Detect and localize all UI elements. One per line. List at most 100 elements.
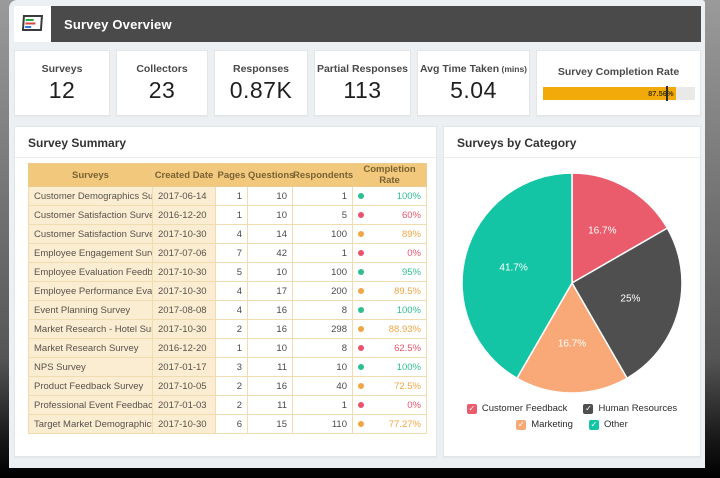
completion-rate-cell: 100% xyxy=(353,187,427,206)
completion-rate-value: 100% xyxy=(397,362,421,373)
legend-item-customer-feedback[interactable]: ✓Customer Feedback xyxy=(467,403,568,414)
table-row[interactable]: Professional Event Feedback2017-01-03211… xyxy=(29,396,427,415)
status-dot xyxy=(358,307,364,313)
status-dot xyxy=(358,269,364,275)
created-date-cell: 2017-07-06 xyxy=(153,244,216,263)
legend-item-marketing[interactable]: ✓ Marketing xyxy=(516,419,573,430)
column-header[interactable]: Questions xyxy=(248,164,293,187)
completion-rate-value: 88.93% xyxy=(389,324,421,335)
questions-cell: 11 xyxy=(248,396,293,415)
gauge-value-label: 87.56% xyxy=(648,87,673,100)
questions-cell: 10 xyxy=(248,187,293,206)
completion-rate-cell: 62.5% xyxy=(353,339,427,358)
completion-rate-cell: 95% xyxy=(353,263,427,282)
app-icon-box xyxy=(14,6,51,42)
created-date-cell: 2017-01-03 xyxy=(153,396,216,415)
kpi-label: Partial Responses xyxy=(317,63,408,75)
kpi-label-suffix: (mins) xyxy=(499,64,527,74)
pie-legend: ✓Customer Feedback ✓Human Resources ✓ Marke… xyxy=(444,397,700,430)
table-row[interactable]: Market Research Survey2016-12-20110862.5… xyxy=(29,339,427,358)
gauge-fill: 87.56% xyxy=(543,87,676,100)
kpi-value: 113 xyxy=(343,77,381,104)
table-row[interactable]: NPS Survey2017-01-1731110100% xyxy=(29,358,427,377)
respondents-cell: 5 xyxy=(293,206,353,225)
created-date-cell: 2017-01-17 xyxy=(153,358,216,377)
table-row[interactable]: Event Planning Survey2017-08-084168100% xyxy=(29,301,427,320)
table-row[interactable]: Market Research - Hotel Survey2017-10-30… xyxy=(29,320,427,339)
table-row[interactable]: Employee Performance Evaluation2017-10-3… xyxy=(29,282,427,301)
legend-item-human-resources[interactable]: ✓Human Resources xyxy=(583,403,677,414)
table-row[interactable]: Employee Engagement Survey2017-07-067421… xyxy=(29,244,427,263)
status-dot xyxy=(358,383,364,389)
kpi-card-avg-time-taken[interactable]: Avg Time Taken (mins)5.04 xyxy=(417,50,530,116)
survey-name-cell: Customer Demographics Survey xyxy=(29,187,153,206)
questions-cell: 16 xyxy=(248,301,293,320)
created-date-cell: 2016-12-20 xyxy=(153,206,216,225)
completion-rate-cell: 77.27% xyxy=(353,415,427,434)
table-row[interactable]: Product Feedback Survey2017-10-052164072… xyxy=(29,377,427,396)
respondents-cell: 1 xyxy=(293,396,353,415)
questions-cell: 10 xyxy=(248,263,293,282)
table-row[interactable]: Customer Satisfaction Survey-II2017-10-3… xyxy=(29,225,427,244)
table-row[interactable]: Employee Evaluation Feedback2017-10-3051… xyxy=(29,263,427,282)
kpi-card-survey-completion-rate[interactable]: Survey Completion Rate87.56% xyxy=(536,50,701,116)
titlebar: Survey Overview xyxy=(14,6,701,42)
completion-rate-value: 89.5% xyxy=(394,286,421,297)
completion-rate-value: 95% xyxy=(402,267,421,278)
report-chart-icon xyxy=(22,15,44,33)
completion-rate-cell: 0% xyxy=(353,396,427,415)
table-header-row: SurveysCreated DatePagesQuestionsRespond… xyxy=(29,164,427,187)
kpi-card-responses[interactable]: Responses0.87K xyxy=(214,50,308,116)
survey-name-cell: Customer Satisfaction Survey xyxy=(29,206,153,225)
table-row[interactable]: Customer Demographics Survey2017-06-1411… xyxy=(29,187,427,206)
pages-cell: 6 xyxy=(216,415,248,434)
table-row[interactable]: Target Market Demographics2017-10-306151… xyxy=(29,415,427,434)
column-header[interactable]: Surveys xyxy=(29,164,153,187)
completion-rate-cell: 72.5% xyxy=(353,377,427,396)
survey-name-cell: Market Research - Hotel Survey xyxy=(29,320,153,339)
created-date-cell: 2017-10-30 xyxy=(153,225,216,244)
pie-slice-label: 25% xyxy=(620,294,640,305)
pages-cell: 7 xyxy=(216,244,248,263)
legend-label: Human Resources xyxy=(598,403,677,414)
column-header[interactable]: Created Date xyxy=(153,164,216,187)
legend-label: Marketing xyxy=(531,419,573,430)
completion-rate-value: 0% xyxy=(407,400,421,411)
survey-name-cell: Customer Satisfaction Survey-II xyxy=(29,225,153,244)
pages-cell: 2 xyxy=(216,396,248,415)
kpi-row: Surveys12Collectors23Responses0.87KParti… xyxy=(14,50,701,116)
completion-rate-cell: 100% xyxy=(353,301,427,320)
kpi-card-surveys[interactable]: Surveys12 xyxy=(14,50,110,116)
status-dot xyxy=(358,402,364,408)
kpi-card-partial-responses[interactable]: Partial Responses 113 xyxy=(314,50,411,116)
respondents-cell: 1 xyxy=(293,244,353,263)
column-header[interactable]: Pages xyxy=(216,164,248,187)
status-dot xyxy=(358,326,364,332)
page-title: Survey Overview xyxy=(64,17,172,32)
completion-rate-value: 72.5% xyxy=(394,381,421,392)
created-date-cell: 2017-08-08 xyxy=(153,301,216,320)
completion-rate-cell: 60% xyxy=(353,206,427,225)
legend-item-other[interactable]: ✓Other xyxy=(589,419,628,430)
pages-cell: 2 xyxy=(216,320,248,339)
survey-name-cell: Employee Performance Evaluation xyxy=(29,282,153,301)
table-row[interactable]: Customer Satisfaction Survey2016-12-2011… xyxy=(29,206,427,225)
kpi-card-collectors[interactable]: Collectors23 xyxy=(116,50,208,116)
status-dot xyxy=(358,345,364,351)
survey-name-cell: NPS Survey xyxy=(29,358,153,377)
questions-cell: 11 xyxy=(248,358,293,377)
survey-summary-table: SurveysCreated DatePagesQuestionsRespond… xyxy=(28,163,427,434)
column-header[interactable]: Respondents xyxy=(293,164,353,187)
kpi-label: Collectors xyxy=(136,63,187,75)
column-header[interactable]: Completion Rate xyxy=(353,164,427,187)
questions-cell: 15 xyxy=(248,415,293,434)
legend-swatch: ✓ xyxy=(516,420,526,430)
respondents-cell: 200 xyxy=(293,282,353,301)
status-dot xyxy=(358,250,364,256)
pages-cell: 4 xyxy=(216,225,248,244)
kpi-value: 0.87K xyxy=(230,77,293,104)
pages-cell: 2 xyxy=(216,377,248,396)
pages-cell: 1 xyxy=(216,187,248,206)
app-window: Survey Overview Surveys12Collectors23Res… xyxy=(9,0,705,468)
pages-cell: 5 xyxy=(216,263,248,282)
